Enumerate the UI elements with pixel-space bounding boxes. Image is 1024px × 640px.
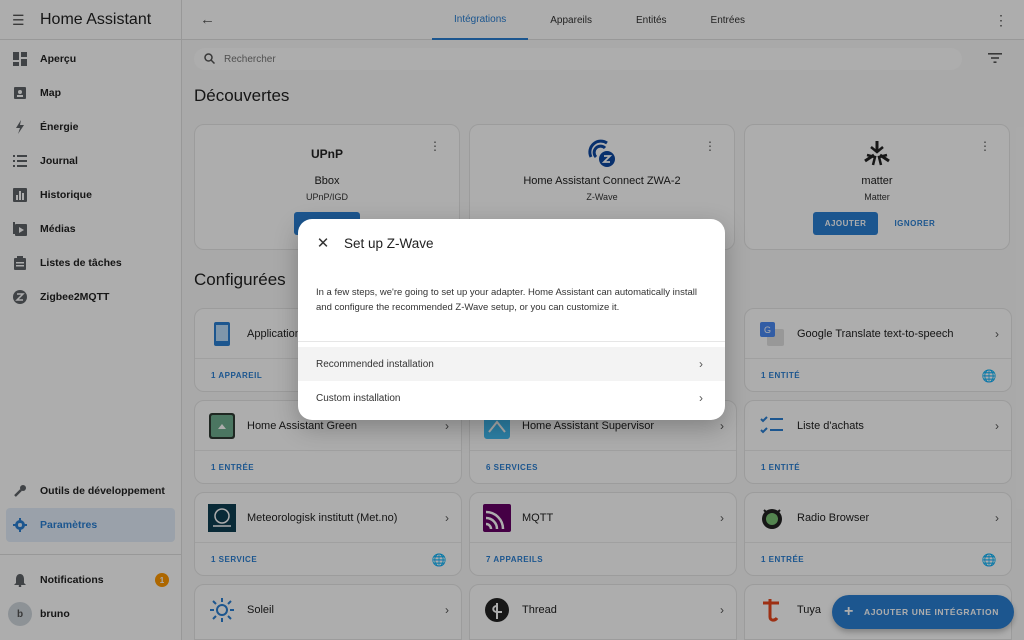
custom-installation-option[interactable]: Custom installation › — [298, 381, 725, 415]
recommended-installation-option[interactable]: Recommended installation › — [298, 347, 725, 381]
chevron-right-icon: › — [699, 391, 703, 405]
dialog-divider — [298, 341, 725, 342]
dialog-description: In a few steps, we're going to set up yo… — [316, 287, 697, 313]
option-label: Recommended installation — [316, 358, 434, 370]
option-label: Custom installation — [316, 392, 401, 404]
zwave-setup-dialog: ✕ Set up Z-Wave In a few steps, we're go… — [298, 219, 725, 420]
chevron-right-icon: › — [699, 357, 703, 371]
close-icon[interactable]: ✕ — [316, 236, 330, 251]
dialog-title: Set up Z-Wave — [344, 236, 434, 251]
